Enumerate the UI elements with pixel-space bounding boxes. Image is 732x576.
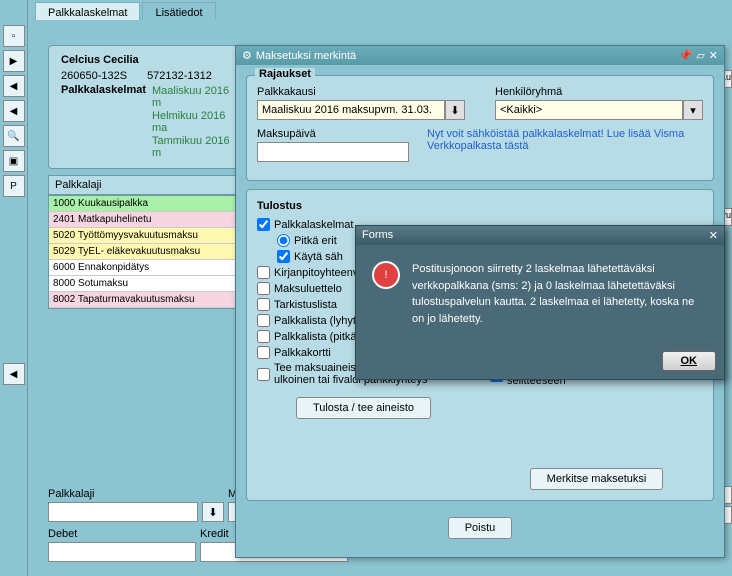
palkkalaji-row[interactable]: 8000 Sotumaksu (49, 276, 247, 292)
palkkalaji-row[interactable]: 6000 Ennakonpidätys (49, 260, 247, 276)
period-link[interactable]: Tammikuu 2016 m (152, 135, 235, 159)
period-link[interactable]: Maaliskuu 2016 m (152, 85, 235, 109)
palkkalaji-row[interactable]: 1000 Kuukausipalkka (49, 196, 247, 212)
input-maksupaiva[interactable] (257, 142, 409, 162)
palkkalaji-row[interactable]: 5020 Työttömyysvakuutusmaksu (49, 228, 247, 244)
lbl-palkkalista-lyhyt: Palkkalista (lyhyt) (274, 315, 360, 327)
lbl-kayta: Käytä säh (294, 251, 343, 263)
forms-message: Postitusjonoon siirretty 2 laskelmaa läh… (412, 261, 708, 327)
person-id2: 572132-1312 (147, 70, 212, 82)
period-link[interactable]: Helmikuu 2016 ma (152, 110, 235, 134)
toolbar-btn-2[interactable]: ▶ (3, 50, 25, 72)
toolbar-btn-p[interactable]: P (3, 175, 25, 197)
input-palkkalaji[interactable] (48, 502, 198, 522)
dialog-titlebar[interactable]: ⚙ Maksetuksi merkintä 📌 ▱ ✕ (236, 46, 724, 65)
palkkalaji-row[interactable]: 8002 Tapaturmavakuutusmaksu (49, 292, 247, 308)
lbl-palkkalaskelmat: Palkkalaskelmat (274, 219, 353, 231)
chk-kayta[interactable] (277, 250, 290, 263)
toolbar-btn-1[interactable]: ▫ (3, 25, 25, 47)
btn-tulosta[interactable]: Tulosta / tee aineisto (296, 397, 431, 419)
henkiloryhma-dropdown[interactable]: ▾ (683, 100, 703, 120)
btn-poistu[interactable]: Poistu (448, 517, 513, 539)
rajaukset-fieldset: Rajaukset Palkkakausi ⬇ Henkilöryhmä ▾ (246, 75, 714, 181)
close-icon[interactable]: ✕ (709, 49, 718, 62)
label-debet: Debet (48, 528, 196, 540)
toolbar-btn-6[interactable]: ▣ (3, 150, 25, 172)
palkkalaji-header: Palkkalaji (48, 175, 248, 195)
label-maksupaiva: Maksupäivä (257, 128, 397, 140)
rajaukset-legend: Rajaukset (255, 68, 315, 80)
input-henkiloryhma[interactable] (495, 100, 683, 120)
lbl-palkkalista-pitka: Palkkalista (pitkä) (274, 331, 360, 343)
maximize-icon[interactable]: ▱ (696, 49, 704, 62)
label-palkkakausi: Palkkakausi (257, 86, 465, 98)
chk-palkkalaskelmat[interactable] (257, 218, 270, 231)
toolbar-btn-5[interactable]: 🔍 (3, 125, 25, 147)
alert-icon: ! (372, 261, 400, 289)
person-name: Celcius Cecilia (61, 54, 235, 66)
input-palkkakausi[interactable] (257, 100, 445, 120)
lookup-btn[interactable]: ⬇ (202, 502, 224, 522)
chk-maksuluettelo[interactable] (257, 282, 270, 295)
lbl-maksuluettelo: Maksuluettelo (274, 283, 342, 295)
chk-kirjanpito[interactable] (257, 266, 270, 279)
palkkalaji-row[interactable]: 5029 TyEL- eläkevakuutusmaksu (49, 244, 247, 260)
palkkakausi-lookup[interactable]: ⬇ (445, 100, 465, 120)
palkkalaji-panel: Palkkalaji 1000 Kuukausipalkka2401 Matka… (48, 175, 248, 309)
chk-tee-maksu[interactable] (257, 368, 270, 381)
chk-palkkalista-pitka[interactable] (257, 330, 270, 343)
radio-pitka[interactable] (277, 234, 290, 247)
lbl-pitka: Pitkä erit (294, 235, 337, 247)
ok-button[interactable]: OK (662, 351, 717, 371)
person-id1: 260650-132S (61, 70, 127, 82)
label-henkiloryhma: Henkilöryhmä (495, 86, 703, 98)
forms-title-text: Forms (362, 229, 393, 242)
btn-merkitse[interactable]: Merkitse maksetuksi (530, 468, 664, 490)
toolbar-btn-7[interactable]: ◀ (3, 363, 25, 385)
forms-close-icon[interactable]: ✕ (709, 229, 718, 242)
person-panel: Celcius Cecilia 260650-132S 572132-1312 … (48, 45, 248, 169)
pin-icon[interactable]: 📌 (679, 49, 693, 62)
chk-palkkalista-lyhyt[interactable] (257, 314, 270, 327)
verkkopalkka-link[interactable]: Nyt voit sähköistää palkkalaskelmat! Lue… (427, 128, 684, 152)
toolbar-btn-4[interactable]: ◀ (3, 100, 25, 122)
forms-titlebar[interactable]: Forms ✕ (356, 226, 724, 245)
tulostus-header: Tulostus (257, 200, 470, 212)
lbl-tarkistuslista: Tarkistuslista (274, 299, 337, 311)
chk-palkkakortti[interactable] (257, 346, 270, 359)
lbl-palkkakortti: Palkkakortti (274, 347, 331, 359)
input-debet[interactable] (48, 542, 196, 562)
palkkalaji-list: 1000 Kuukausipalkka2401 Matkapuhelinetu5… (48, 195, 248, 309)
dialog-icon: ⚙ (242, 49, 252, 62)
palkkalaji-row[interactable]: 2401 Matkapuhelinetu (49, 212, 247, 228)
chk-tarkistuslista[interactable] (257, 298, 270, 311)
toolbar-btn-3[interactable]: ◀ (3, 75, 25, 97)
label-palkkalaskelmat: Palkkalaskelmat (61, 84, 146, 160)
label-palkkalaji: Palkkalaji (48, 488, 224, 500)
dialog-title-text: Maksetuksi merkintä (256, 50, 356, 62)
forms-dialog: Forms ✕ ! Postitusjonoon siirretty 2 las… (355, 225, 725, 380)
